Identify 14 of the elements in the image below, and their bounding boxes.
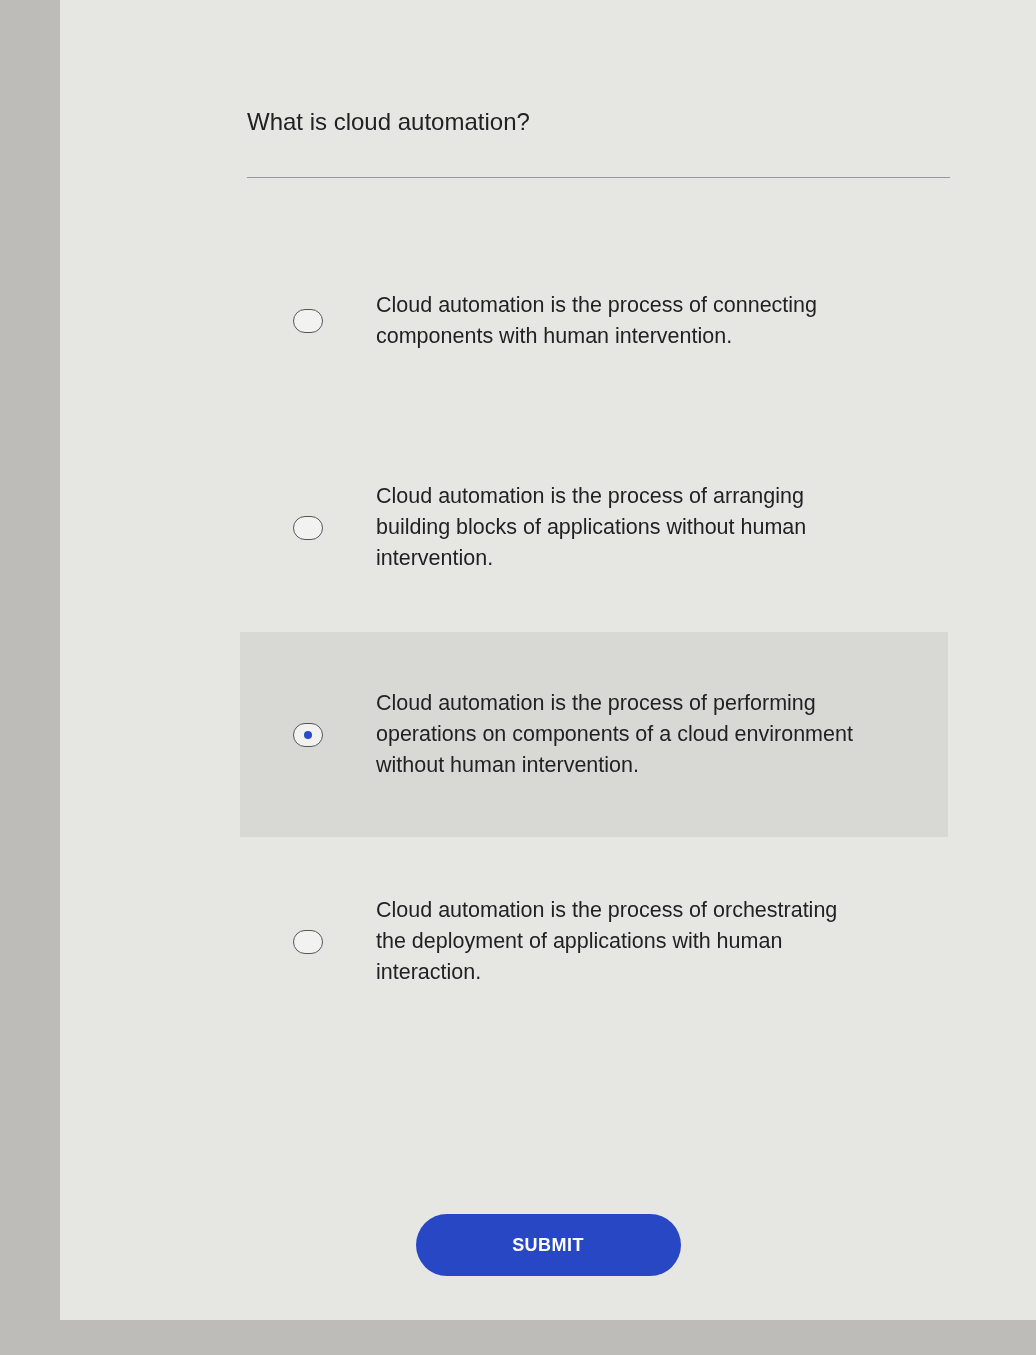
radio-button[interactable] [293, 722, 323, 747]
submit-button[interactable]: SUBMIT [415, 1214, 681, 1276]
answer-option[interactable]: Cloud automation is the process of performing operations on components of a cloud environment without human intervention. [240, 632, 948, 837]
answer-option[interactable]: Cloud automation is the process of connecting components with human intervention. [240, 218, 948, 423]
answer-option[interactable]: Cloud automation is the process of arranging building blocks of applications without human intervention. [240, 425, 948, 630]
option-text: Cloud automation is the process of connecting components with human intervention. [376, 291, 818, 350]
option-text: Cloud automation is the process of arranging building blocks of applications without human intervention. [376, 483, 808, 572]
radio-button[interactable] [293, 515, 323, 540]
radio-button[interactable] [293, 308, 323, 333]
question-text: What is cloud automation? [247, 107, 531, 137]
answer-option[interactable]: Cloud automation is the process of orchestrating the deployment of applications with human interaction. [240, 839, 948, 1044]
option-text: Cloud automation is the process of orchestrating the deployment of applications with human interaction. [376, 897, 839, 986]
option-text: Cloud automation is the process of performing operations on components of a cloud environment without human intervention. [376, 690, 854, 779]
radio-button[interactable] [293, 929, 323, 954]
